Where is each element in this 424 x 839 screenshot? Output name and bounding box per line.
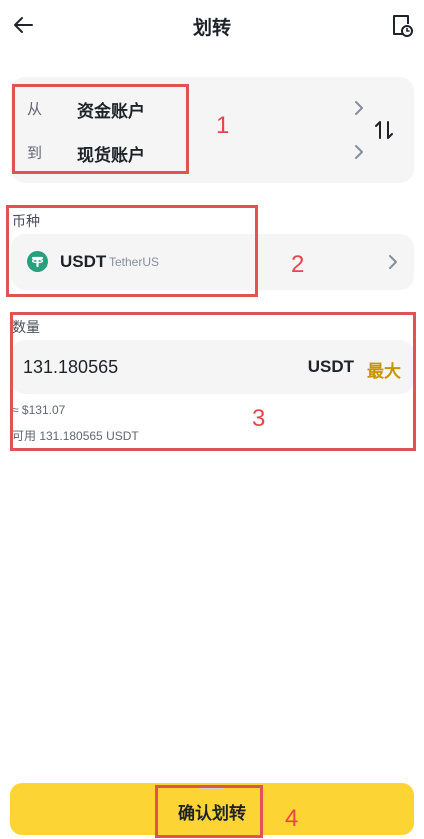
header: 划转 [0,0,424,52]
chevron-right-icon [389,255,397,269]
annotation-box-4 [155,785,263,838]
annotation-number-2: 2 [291,251,305,278]
annotation-number-1: 1 [216,112,230,139]
annotation-box-1 [12,84,189,174]
document-clock-icon[interactable] [388,12,414,38]
swap-vertical-icon[interactable] [372,118,396,142]
annotation-number-4: 4 [285,805,299,832]
annotation-number-3: 3 [252,405,266,432]
annotation-box-2 [6,205,258,297]
chevron-right-icon [355,101,363,115]
page-title: 划转 [192,18,231,39]
chevron-right-icon [355,145,363,159]
annotation-box-3 [10,312,416,451]
